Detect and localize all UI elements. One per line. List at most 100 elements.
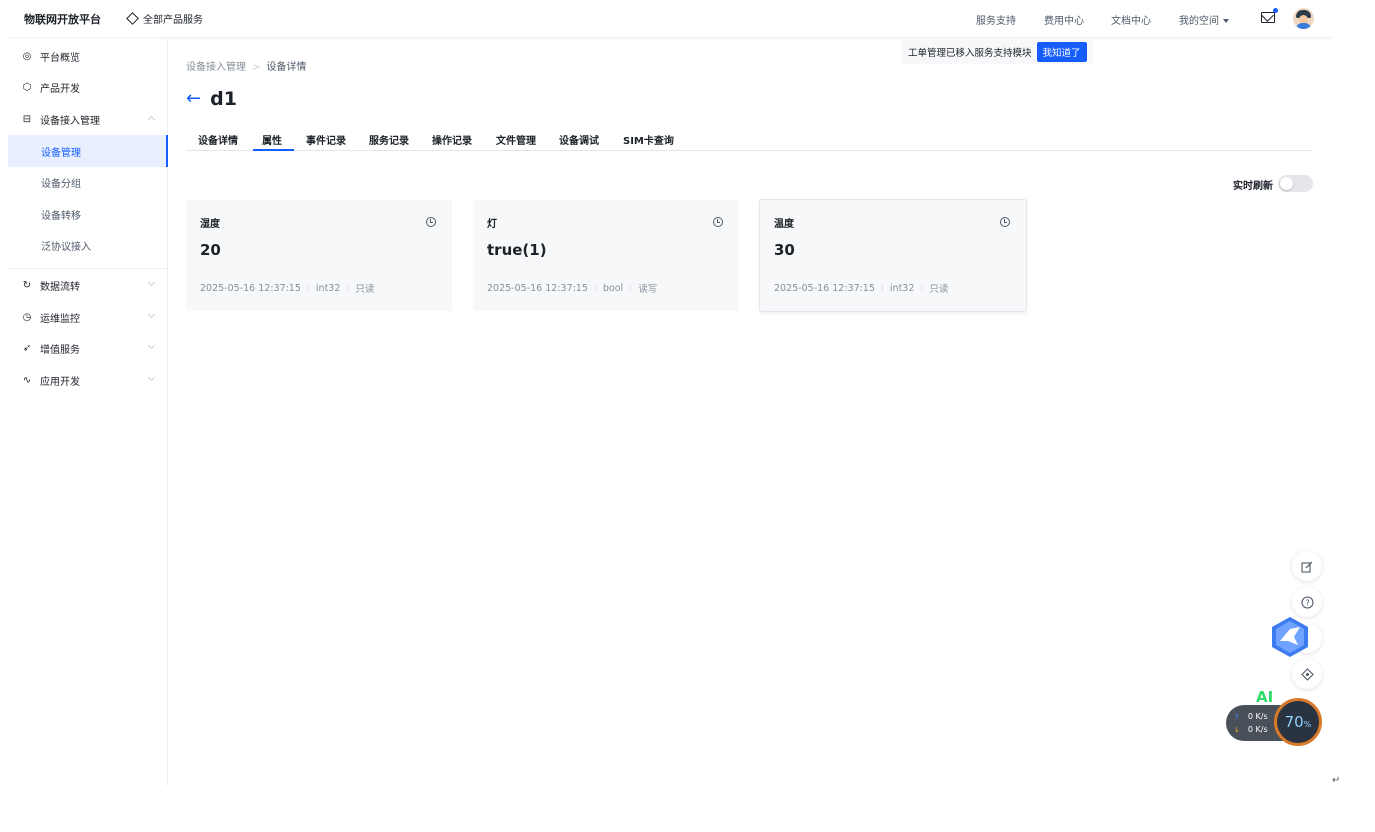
property-meta: 2025-05-16 12:37:15 int32 只读 [200, 281, 375, 296]
platform-logo[interactable]: 物联网开放平台 [24, 11, 101, 27]
property-value: 20 [200, 241, 221, 259]
all-products-menu[interactable]: 全部产品服务 [126, 11, 203, 26]
property-card-humidity: 湿度 20 2025-05-16 12:37:15 int32 只读 [186, 200, 452, 311]
download-speed-row: ↓ 0 K/s [1234, 725, 1268, 734]
usage-gauge[interactable]: 70% [1274, 698, 1322, 746]
upload-speed: 0 K/s [1247, 712, 1268, 721]
download-speed: 0 K/s [1247, 725, 1268, 734]
page-header: ← d1 [186, 88, 237, 110]
feedback-edit-icon[interactable] [1292, 551, 1322, 581]
cube-icon: ⬡ [22, 81, 32, 93]
nav-billing-center[interactable]: 费用中心 [1044, 12, 1084, 27]
sidebar-item-ops-monitor[interactable]: ◷ 运维监控 [8, 303, 168, 331]
property-name: 温度 [774, 219, 794, 230]
toggle-knob [1280, 177, 1293, 190]
sidebar-item-label: 平台概览 [40, 52, 80, 64]
nav-service-support[interactable]: 服务支持 [976, 12, 1016, 27]
download-arrow-icon: ↓ [1234, 725, 1240, 734]
nav-my-space-label: 我的空间 [1179, 16, 1219, 27]
property-card-temperature: 温度 30 2025-05-16 12:37:15 int32 只读 [760, 200, 1026, 311]
sidebar-item-app-dev[interactable]: ∿ 应用开发 [8, 366, 168, 394]
tab-file-management[interactable]: 文件管理 [496, 132, 536, 147]
nav-docs-center[interactable]: 文档中心 [1111, 12, 1151, 27]
property-time: 2025-05-16 12:37:15 [487, 282, 588, 294]
usage-percent: 70% [1285, 713, 1312, 731]
sidebar-item-product-dev[interactable]: ⬡ 产品开发 [8, 73, 168, 101]
tab-sim-query[interactable]: SIM卡查询 [623, 132, 674, 147]
chevron-down-icon [147, 310, 156, 319]
property-name: 湿度 [200, 219, 220, 230]
usage-percent-unit: % [1303, 720, 1312, 729]
property-access: 只读 [929, 284, 949, 295]
property-card-light: 灯 true(1) 2025-05-16 12:37:15 bool 读写 [473, 200, 739, 311]
upload-speed-row: ↑ 0 K/s [1234, 712, 1268, 721]
sidebar-item-value-added[interactable]: ➶ 增值服务 [8, 334, 168, 362]
all-products-label: 全部产品服务 [143, 15, 203, 26]
sidebar-subitem-device-transfer[interactable]: 设备转移 [8, 198, 168, 230]
meta-divider [347, 284, 349, 292]
sidebar-subitem-generic-protocol[interactable]: 泛协议接入 [8, 229, 168, 261]
tab-properties[interactable]: 属性 [262, 132, 282, 147]
property-value: 30 [774, 241, 795, 259]
tab-event-records[interactable]: 事件记录 [306, 132, 346, 147]
meta-divider [594, 284, 596, 292]
realtime-refresh-toggle[interactable] [1278, 175, 1313, 192]
tab-device-debug[interactable]: 设备调试 [559, 132, 599, 147]
history-icon[interactable] [1000, 217, 1010, 227]
sidebar-item-label: 增值服务 [40, 344, 80, 356]
avatar[interactable] [1293, 8, 1314, 29]
tab-operation-records[interactable]: 操作记录 [432, 132, 472, 147]
sidebar-item-label: 数据流转 [40, 281, 80, 293]
monitor-icon: ◷ [22, 311, 32, 323]
sidebar-item-overview[interactable]: ◎ 平台概览 [8, 42, 168, 70]
property-name: 灯 [487, 219, 497, 230]
caret-down-icon [1223, 19, 1229, 23]
sidebar-item-label: 设备接入管理 [40, 115, 100, 127]
curve-icon: ∿ [22, 374, 32, 386]
mail-icon[interactable] [1261, 12, 1275, 23]
network-hub-icon[interactable] [1292, 659, 1322, 689]
chevron-down-icon [147, 341, 156, 350]
sidebar-subitem-device-management[interactable]: 设备管理 [8, 135, 168, 167]
property-access: 读写 [638, 284, 658, 295]
assistant-mascot-icon[interactable] [1268, 615, 1312, 659]
usage-percent-value: 70 [1284, 713, 1304, 731]
edit-icon [1300, 561, 1312, 573]
sidebar-item-label: 产品开发 [40, 83, 80, 95]
active-tab-indicator [253, 149, 294, 151]
diamond-icon [126, 12, 139, 25]
avatar-body [1296, 23, 1311, 29]
ai-label: AI [1256, 688, 1274, 706]
property-type: int32 [889, 282, 915, 294]
sidebar-item-device-access[interactable]: ⊟ 设备接入管理 [8, 105, 168, 133]
sidebar-item-label: 应用开发 [40, 376, 80, 388]
help-question-icon[interactable]: ? [1292, 587, 1322, 617]
notice-dismiss-button[interactable]: 我知道了 [1036, 41, 1087, 62]
sidebar-item-data-flow[interactable]: ↻ 数据流转 [8, 271, 168, 299]
notice-text: 工单管理已移入服务支持模块 [908, 47, 1032, 59]
device-icon: ⊟ [22, 113, 32, 125]
breadcrumb-current: 设备详情 [266, 62, 307, 73]
tab-device-details[interactable]: 设备详情 [198, 132, 238, 147]
tab-service-records[interactable]: 服务记录 [369, 132, 409, 147]
meta-divider [630, 284, 632, 292]
nav-my-space[interactable]: 我的空间 [1179, 12, 1229, 27]
breadcrumb-parent[interactable]: 设备接入管理 [186, 62, 246, 73]
breadcrumb-separator: > [252, 62, 261, 73]
history-icon[interactable] [713, 217, 723, 227]
history-icon[interactable] [426, 217, 436, 227]
property-meta: 2025-05-16 12:37:15 bool 读写 [487, 281, 658, 296]
sidebar-subitem-device-group[interactable]: 设备分组 [8, 166, 168, 198]
svg-text:?: ? [1305, 598, 1309, 607]
sidebar-divider [8, 268, 168, 269]
hub-icon [1300, 667, 1314, 681]
property-access: 只读 [355, 284, 375, 295]
back-arrow-icon[interactable]: ← [186, 90, 201, 108]
sidebar: ◎ 平台概览 ⬡ 产品开发 ⊟ 设备接入管理 设备管理 设备分组 设备转移 泛协… [8, 39, 168, 786]
property-type: int32 [315, 282, 341, 294]
dashboard-icon: ◎ [22, 50, 32, 62]
realtime-refresh-label: 实时刷新 [1233, 181, 1273, 192]
refresh-icon: ↻ [22, 279, 32, 291]
meta-divider [881, 284, 883, 292]
question-icon: ? [1300, 595, 1314, 609]
